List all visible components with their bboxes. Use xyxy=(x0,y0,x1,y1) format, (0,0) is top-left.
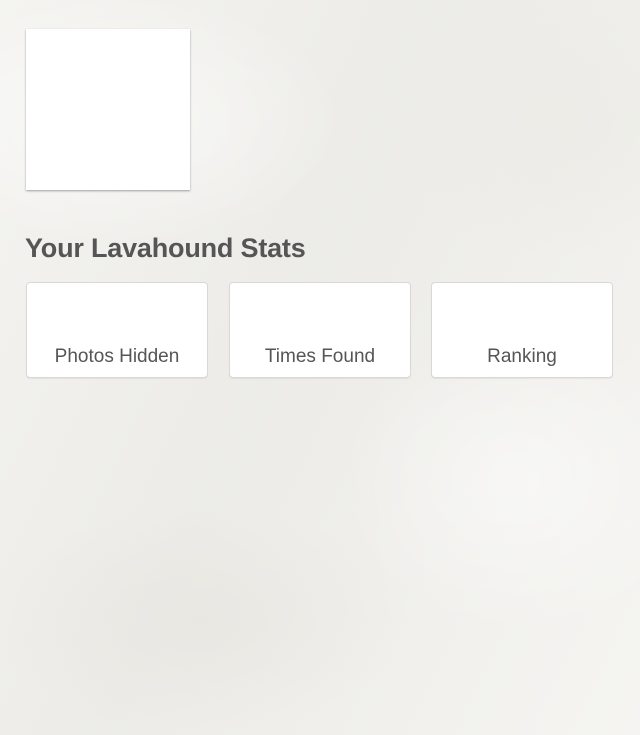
profile-photo xyxy=(26,29,190,190)
stat-value-ranking xyxy=(432,301,612,331)
stat-value-photos-hidden xyxy=(27,301,207,331)
stat-label-ranking: Ranking xyxy=(487,346,557,367)
stat-value-times-found xyxy=(230,301,410,331)
stats-title: Your Lavahound Stats xyxy=(25,233,306,263)
stat-card-photos-hidden: Photos Hidden xyxy=(26,282,208,378)
stat-card-ranking: Ranking xyxy=(431,282,613,378)
stat-label-photos-hidden: Photos Hidden xyxy=(54,346,180,367)
stat-label-times-found: Times Found xyxy=(264,346,376,367)
stat-card-times-found: Times Found xyxy=(229,282,411,378)
